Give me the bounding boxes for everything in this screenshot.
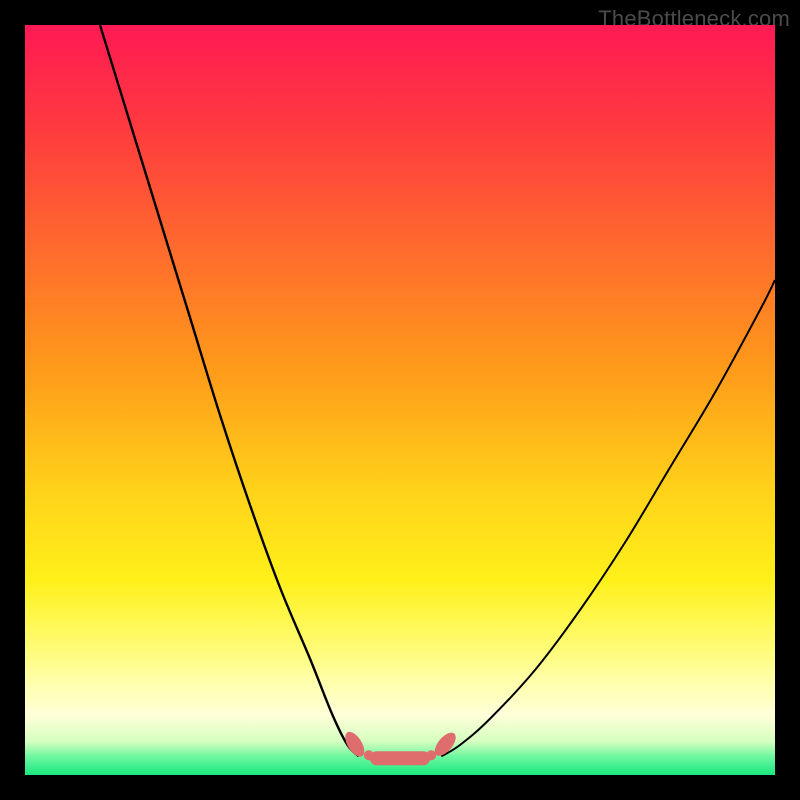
chart-stage: TheBottleneck.com [0, 0, 800, 800]
plot-area [25, 25, 775, 775]
chart-svg [25, 25, 775, 775]
gradient-background [25, 25, 775, 775]
